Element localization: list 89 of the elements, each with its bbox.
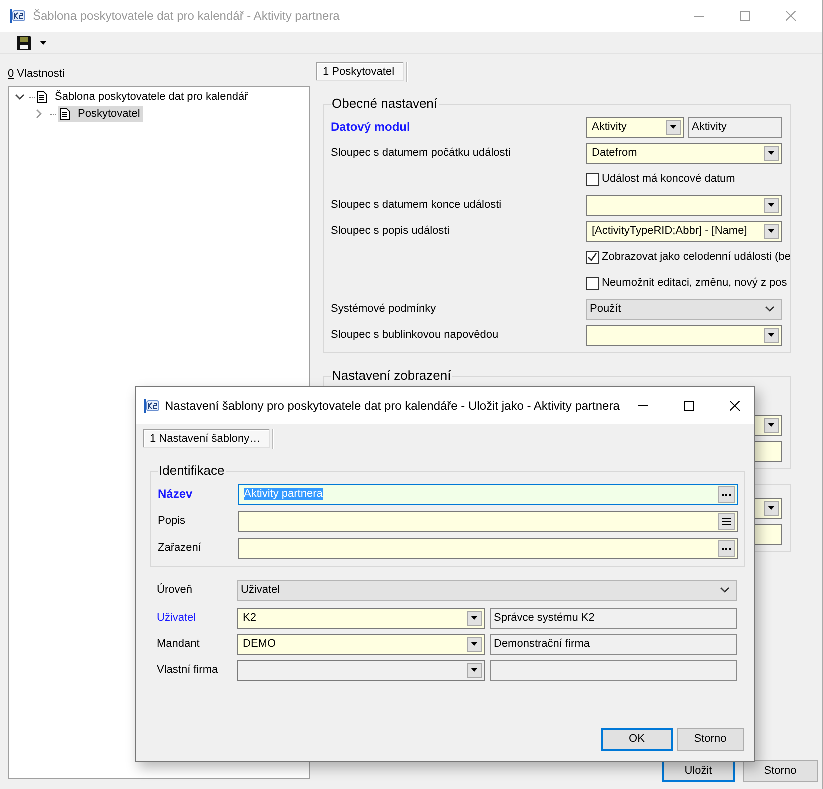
dropdown-button[interactable] bbox=[764, 500, 779, 516]
dropdown-select[interactable]: Použít bbox=[586, 298, 782, 320]
maximize-icon bbox=[684, 400, 694, 410]
combo-box[interactable]: [ActivityTypeRID;Abbr] - [Name] bbox=[586, 220, 782, 242]
caret-icon bbox=[40, 40, 47, 44]
panel-title: 0 Vlastnosti bbox=[8, 67, 66, 82]
group-title: Nastavení zobrazení bbox=[331, 368, 452, 384]
caret-icon bbox=[670, 125, 677, 129]
dropdown-button[interactable] bbox=[40, 40, 47, 44]
more-button[interactable] bbox=[718, 540, 735, 557]
caret-icon bbox=[768, 333, 775, 337]
group-title: Obecné nastavení bbox=[331, 96, 439, 112]
combo-box[interactable] bbox=[586, 324, 782, 346]
field-label: Systémové podmínky bbox=[331, 302, 436, 315]
dropdown-select[interactable]: Uživatel bbox=[237, 580, 737, 600]
memo-button[interactable] bbox=[718, 513, 735, 530]
chevron-icon bbox=[720, 587, 730, 593]
checkbox[interactable] bbox=[586, 172, 599, 186]
maximize-icon bbox=[740, 11, 750, 21]
dropdown-button[interactable] bbox=[764, 418, 779, 432]
checkbox[interactable] bbox=[586, 250, 599, 264]
combo-box[interactable]: Datefrom bbox=[586, 142, 782, 164]
field-label: Datový modul bbox=[331, 120, 410, 134]
app-icon bbox=[10, 8, 26, 24]
combo-box[interactable]: Aktivity bbox=[586, 116, 684, 138]
field-label: Sloupec s datumem konce události bbox=[331, 198, 502, 211]
document-icon bbox=[37, 91, 47, 103]
combo-box[interactable] bbox=[586, 194, 782, 216]
dialog-button[interactable]: Uložit bbox=[662, 760, 735, 782]
field-label: Zařazení bbox=[158, 542, 202, 554]
combo-box[interactable]: DEMO bbox=[237, 634, 485, 654]
text-field[interactable]: Demonstrační firma bbox=[490, 634, 737, 654]
save-button[interactable] bbox=[16, 34, 32, 50]
caret-icon bbox=[768, 506, 775, 510]
text-field[interactable] bbox=[238, 511, 738, 532]
dropdown-button[interactable] bbox=[764, 146, 779, 160]
document-icon bbox=[60, 108, 70, 120]
dropdown-button[interactable] bbox=[467, 636, 482, 652]
checkbox-label: Neumožnit editaci, změnu, nový z pos bbox=[602, 276, 788, 291]
field-label: Sloupec s popis události bbox=[331, 224, 450, 237]
caret-icon bbox=[471, 616, 478, 620]
checkbox-label: Událost má koncové datum bbox=[602, 172, 736, 187]
more-button[interactable] bbox=[718, 486, 735, 503]
chevron-down-icon bbox=[15, 94, 25, 100]
chevron-right-icon bbox=[36, 109, 42, 119]
window-title: Nastavení šablony pro poskytovatele dat pro kalendáře - Uložit jako - Aktivity partnera bbox=[165, 398, 620, 414]
dropdown-button[interactable] bbox=[764, 224, 779, 238]
combo-box[interactable]: K2 bbox=[237, 608, 485, 628]
field-label: Uživatel bbox=[157, 612, 196, 624]
minimize-icon bbox=[638, 405, 648, 406]
tree-item[interactable]: Šablona poskytovatele dat pro kalendář bbox=[37, 88, 248, 106]
text-field[interactable] bbox=[238, 538, 738, 559]
app-icon bbox=[144, 398, 160, 414]
dropdown-button[interactable] bbox=[467, 610, 482, 626]
checkbox-label: Zobrazovat jako celodenní události (be bbox=[602, 250, 791, 265]
caret-icon bbox=[768, 229, 775, 233]
dialog-button[interactable]: Storno bbox=[743, 760, 818, 782]
close-icon bbox=[730, 400, 740, 410]
tab[interactable]: 1 Nastavení šablony… bbox=[143, 429, 270, 448]
field-label: Název bbox=[158, 487, 193, 502]
dialog-button[interactable]: Storno bbox=[677, 728, 744, 751]
text-field[interactable] bbox=[490, 660, 737, 680]
tree-item[interactable]: Poskytovatel bbox=[58, 106, 144, 122]
dropdown-button[interactable] bbox=[764, 328, 779, 342]
expander[interactable] bbox=[15, 94, 27, 100]
floppy-icon bbox=[16, 34, 32, 50]
dropdown-button[interactable] bbox=[666, 120, 681, 134]
dialog-button[interactable]: OK bbox=[601, 728, 673, 751]
field-label: Mandant bbox=[157, 638, 200, 650]
window-title: Šablona poskytovatele dat pro kalendář - Aktivity partnera bbox=[33, 8, 340, 25]
group-title: Identifikace bbox=[158, 463, 226, 479]
field-label: Úroveň bbox=[157, 584, 192, 596]
field-label: Sloupec s datumem počátku události bbox=[331, 146, 511, 159]
caret-icon bbox=[471, 642, 478, 646]
caret-icon bbox=[471, 668, 478, 672]
tab[interactable]: 1 Poskytovatel bbox=[316, 62, 404, 81]
dropdown-button[interactable] bbox=[764, 198, 779, 212]
field-label: Sloupec s bublinkovou napovědou bbox=[331, 328, 499, 341]
lines-icon bbox=[722, 518, 731, 525]
text-field[interactable]: Správce systému K2 bbox=[490, 608, 737, 628]
close-icon bbox=[786, 11, 796, 21]
text-field[interactable]: Aktivity bbox=[688, 116, 782, 138]
caret-icon bbox=[768, 203, 775, 207]
chevron-icon bbox=[765, 306, 775, 312]
caret-icon bbox=[768, 151, 775, 155]
caret-icon bbox=[768, 423, 775, 427]
field-label: Popis bbox=[158, 515, 186, 528]
checkbox[interactable] bbox=[586, 276, 599, 290]
field-label: Vlastní firma bbox=[157, 664, 218, 676]
